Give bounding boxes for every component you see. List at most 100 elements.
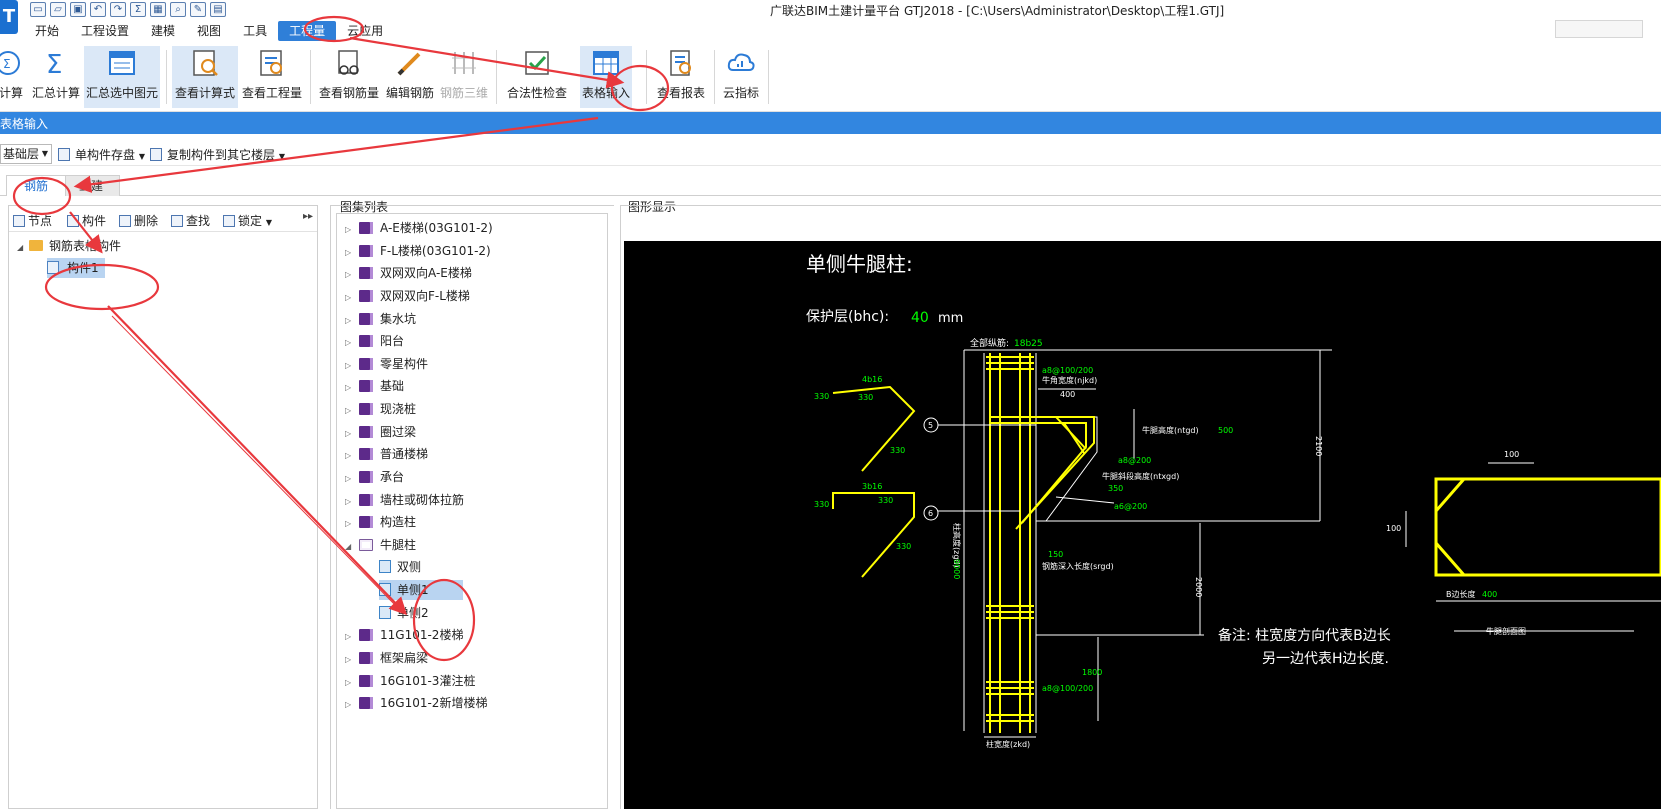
list-item[interactable]: ▷ 零星构件 bbox=[345, 354, 428, 374]
tree-item[interactable]: 构件1 bbox=[47, 258, 105, 278]
list-subitem[interactable]: 双侧 bbox=[379, 557, 421, 577]
book-icon bbox=[359, 471, 373, 483]
summary-selected-button[interactable]: 汇总选中图元 bbox=[84, 46, 160, 108]
delete-button[interactable]: 删除 bbox=[119, 212, 158, 229]
redo-icon[interactable]: ↷ bbox=[110, 2, 126, 17]
book-icon bbox=[359, 426, 373, 438]
list-item[interactable]: ▷ 16G101-3灌注桩 bbox=[345, 671, 475, 691]
collapse-icon[interactable]: ◢ bbox=[345, 537, 359, 557]
copy-floor-icon bbox=[150, 148, 162, 161]
collapse-icon[interactable]: ◢ bbox=[17, 238, 29, 258]
add-node-icon bbox=[13, 215, 25, 227]
book-icon bbox=[359, 380, 373, 392]
list-item-expanded[interactable]: ◢ 牛腿柱 bbox=[345, 535, 416, 555]
list-item[interactable]: ▷ 阳台 bbox=[345, 331, 404, 351]
list-item[interactable]: ▷ 双网双向F-L楼梯 bbox=[345, 286, 470, 306]
add-component-button[interactable]: 构件 bbox=[67, 212, 106, 229]
ribbon-separator bbox=[166, 50, 167, 104]
menu-cloud[interactable]: 云应用 bbox=[336, 20, 394, 42]
section-label: 牛腿剖面图 bbox=[1486, 626, 1526, 636]
column-width-label: 柱宽度(zkd) bbox=[986, 739, 1030, 749]
list-item[interactable]: ▷ 普通楼梯 bbox=[345, 444, 428, 464]
list-subitem-selected[interactable]: 单侧1 bbox=[379, 580, 463, 600]
save-component-button[interactable]: 单构件存盘 ▼ bbox=[58, 146, 145, 163]
view-rebar-button[interactable]: 查看钢筋量 bbox=[318, 46, 380, 108]
open-folder-icon[interactable]: ▱ bbox=[50, 2, 66, 17]
list-item[interactable]: ▷ 双网双向A-E楼梯 bbox=[345, 263, 472, 283]
note-line-1: 备注: 柱宽度方向代表B边长 bbox=[1218, 627, 1391, 644]
lock-button[interactable]: 锁定 ▼ bbox=[223, 212, 272, 229]
book-icon bbox=[359, 448, 373, 460]
chevron-down-icon: ▼ bbox=[278, 152, 285, 161]
menu-modeling[interactable]: 建模 bbox=[140, 20, 186, 42]
cloud-index-button[interactable]: 云指标 bbox=[720, 46, 762, 108]
menu-quantity[interactable]: 工程量 bbox=[278, 21, 337, 41]
edit-pencil-icon[interactable]: ✎ bbox=[190, 2, 206, 17]
list-item[interactable]: ▷ 墙柱或砌体拉筋 bbox=[345, 490, 464, 510]
edit-rebar-icon bbox=[397, 52, 421, 76]
find-button[interactable]: 查找 bbox=[171, 212, 210, 229]
validity-check-button[interactable]: 合法性检查 bbox=[504, 46, 570, 108]
menu-start[interactable]: 开始 bbox=[24, 20, 70, 42]
calculate-button[interactable]: Σ 计算 bbox=[0, 46, 26, 108]
atlas-list-pane: ▷ A-E楼梯(03G101-2) ▷ F-L楼梯(03G101-2) ▷ 双网双向A… bbox=[336, 213, 608, 809]
list-item[interactable]: ▷ 框架扁梁 bbox=[345, 648, 428, 668]
menu-view[interactable]: 视图 bbox=[186, 20, 232, 42]
list-item[interactable]: ▷ 16G101-2新增楼梯 bbox=[345, 693, 487, 713]
tab-civil[interactable]: 土建 bbox=[62, 175, 120, 196]
floor-select[interactable]: 基础层 ▼ bbox=[0, 144, 52, 164]
app-logo[interactable]: T bbox=[0, 0, 18, 34]
view-report-button[interactable]: 查看报表 bbox=[654, 46, 708, 108]
stirrup-bottom-label: a8@100/200 bbox=[1042, 684, 1093, 693]
view-formula-button[interactable]: 查看计算式 bbox=[172, 46, 238, 108]
book-icon bbox=[359, 313, 373, 325]
list-item[interactable]: ▷ A-E楼梯(03G101-2) bbox=[345, 218, 493, 238]
list-item[interactable]: ▷ 圈过梁 bbox=[345, 422, 416, 442]
dim-330: 330 bbox=[878, 496, 893, 505]
add-node-button[interactable]: 节点 bbox=[13, 212, 52, 229]
list-item[interactable]: ▷ 现浇桩 bbox=[345, 399, 416, 419]
ribbon-separator bbox=[646, 50, 647, 104]
drawing-title: 单侧牛腿柱: bbox=[806, 252, 913, 276]
component-tree-pane: 节点 构件 删除 查找 锁定 ▼ ▸▸ ◢ 钢筋表格构件 构件1 bbox=[8, 205, 318, 809]
search-table-icon[interactable]: ⌕ bbox=[170, 2, 186, 17]
undo-icon[interactable]: ↶ bbox=[90, 2, 106, 17]
drawing-icon bbox=[379, 560, 391, 573]
corbel-width-label: 牛角宽度(njkd) bbox=[1042, 375, 1097, 385]
list-item[interactable]: ▷ 构造柱 bbox=[345, 512, 416, 532]
tree-root[interactable]: ◢ 钢筋表格构件 bbox=[17, 236, 121, 256]
menu-project-settings[interactable]: 工程设置 bbox=[70, 20, 140, 42]
title-right-widget[interactable] bbox=[1555, 20, 1643, 38]
book-icon bbox=[359, 245, 373, 257]
graphic-canvas[interactable]: 单侧牛腿柱: 保护层(bhc): 40 mm 全部纵筋: 18b25 a8@10… bbox=[624, 241, 1661, 809]
column-height-value: 9000 bbox=[952, 559, 961, 579]
list-item[interactable]: ▷ 集水坑 bbox=[345, 309, 416, 329]
book-icon bbox=[359, 494, 373, 506]
dim-330: 330 bbox=[858, 393, 873, 402]
anchor-length-label: 钢筋深入长度(srgd) bbox=[1042, 561, 1114, 571]
tab-rebar[interactable]: 钢筋 bbox=[6, 175, 66, 196]
menu-tools[interactable]: 工具 bbox=[232, 20, 278, 42]
save-icon[interactable]: ▣ bbox=[70, 2, 86, 17]
list-item[interactable]: ▷ 基础 bbox=[345, 376, 404, 396]
ribbon-separator bbox=[768, 50, 769, 104]
new-file-icon[interactable]: ▭ bbox=[30, 2, 46, 17]
table-input-button[interactable]: 表格输入 bbox=[580, 46, 632, 108]
list-item[interactable]: ▷ 承台 bbox=[345, 467, 404, 487]
view-quantity-button[interactable]: 查看工程量 bbox=[240, 46, 304, 108]
table-icon[interactable]: ▦ bbox=[150, 2, 166, 17]
list-subitem[interactable]: 单侧2 bbox=[379, 603, 429, 623]
slope-height-value: 350 bbox=[1108, 484, 1123, 493]
copy-to-floor-button[interactable]: 复制构件到其它楼层 ▼ bbox=[150, 146, 285, 163]
sum-icon[interactable]: Σ bbox=[130, 2, 146, 17]
edit-rebar-button[interactable]: 编辑钢筋 bbox=[384, 46, 436, 108]
cover-value[interactable]: 40 bbox=[911, 310, 929, 326]
list-item[interactable]: ▷ 11G101-2楼梯 bbox=[345, 625, 463, 645]
summary-calc-button[interactable]: Σ 汇总计算 bbox=[30, 46, 82, 108]
table-input-icon[interactable]: ▤ bbox=[210, 2, 226, 17]
more-icon[interactable]: ▸▸ bbox=[303, 211, 313, 222]
list-item[interactable]: ▷ F-L楼梯(03G101-2) bbox=[345, 241, 491, 261]
book-icon bbox=[359, 222, 373, 234]
summary-selected-icon bbox=[109, 51, 135, 75]
slope-height-label: 牛腿斜段高度(ntxgd) bbox=[1102, 471, 1179, 481]
